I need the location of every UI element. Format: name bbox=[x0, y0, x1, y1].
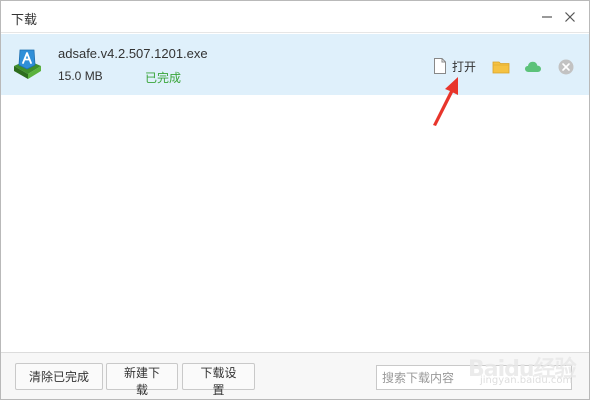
close-button[interactable] bbox=[560, 7, 580, 27]
minimize-icon bbox=[542, 16, 552, 18]
close-icon bbox=[565, 12, 575, 22]
annotation-arrow-icon bbox=[433, 77, 458, 126]
adsafe-app-icon bbox=[14, 49, 41, 79]
download-item[interactable]: adsafe.v4.2.507.1201.exe 15.0 MB 已完成 打开 bbox=[1, 34, 589, 95]
remove-circle-icon[interactable] bbox=[557, 58, 575, 76]
window-title: 下载 bbox=[11, 12, 38, 27]
clear-completed-button[interactable]: 清除已完成 bbox=[15, 363, 103, 390]
search-input[interactable] bbox=[376, 365, 572, 390]
document-icon bbox=[434, 58, 446, 74]
open-button[interactable]: 打开 bbox=[433, 57, 476, 75]
open-label: 打开 bbox=[452, 59, 477, 74]
cloud-icon[interactable] bbox=[524, 58, 542, 76]
footer-bar: 清除已完成 新建下载 下载设置 bbox=[1, 352, 589, 399]
file-size: 15.0 MB bbox=[58, 69, 103, 83]
minimize-button[interactable] bbox=[537, 7, 557, 27]
download-list: adsafe.v4.2.507.1201.exe 15.0 MB 已完成 打开 bbox=[1, 34, 589, 352]
file-name: adsafe.v4.2.507.1201.exe bbox=[58, 46, 208, 61]
title-bar[interactable]: 下载 bbox=[1, 1, 589, 33]
new-download-button[interactable]: 新建下载 bbox=[106, 363, 178, 397]
download-window: 下载 adsafe.v4.2.507.1201.exe 15.0 MB 已完成 … bbox=[0, 0, 590, 400]
download-settings-button[interactable]: 下载设置 bbox=[182, 363, 255, 397]
status-badge: 已完成 bbox=[145, 71, 182, 85]
folder-icon[interactable] bbox=[492, 58, 510, 76]
